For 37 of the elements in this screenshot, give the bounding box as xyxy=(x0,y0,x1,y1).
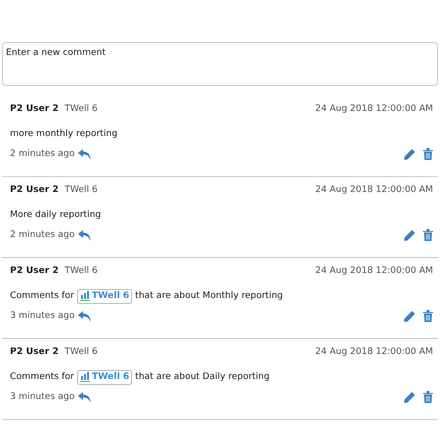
context-label: TWell 6 xyxy=(64,266,98,276)
comment-age: 2 minutes ago xyxy=(10,230,75,240)
reply-icon[interactable] xyxy=(78,310,91,322)
reply-icon[interactable] xyxy=(78,148,91,160)
comment-date: 24 Aug 2018 12:00:00 AM xyxy=(315,266,433,276)
author-name: P2 User 2 xyxy=(10,185,59,195)
context-label: TWell 6 xyxy=(64,185,98,195)
pencil-icon[interactable] xyxy=(404,148,415,160)
comment-text: more monthly reporting xyxy=(10,128,118,141)
comment-field[interactable]: Enter a new comment xyxy=(2,42,438,86)
comment-date: 24 Aug 2018 12:00:00 AM xyxy=(315,104,433,114)
trash-icon[interactable] xyxy=(423,310,433,322)
comment-date: 24 Aug 2018 12:00:00 AM xyxy=(315,185,433,195)
well-chip[interactable]: TWell 6 xyxy=(76,288,132,304)
comment-text: More daily reporting xyxy=(10,209,102,222)
pencil-icon[interactable] xyxy=(404,310,415,322)
comment-text: Comments for TWell 6 that are about Daily reporting xyxy=(10,369,438,385)
reply-icon[interactable] xyxy=(78,230,91,240)
context-label: TWell 6 xyxy=(64,104,98,114)
chart-icon xyxy=(80,372,90,382)
trash-icon[interactable] xyxy=(423,391,433,403)
comment-date: 24 Aug 2018 12:00:00 AM xyxy=(315,347,433,357)
author-name: P2 User 2 xyxy=(10,266,59,276)
comment-age: 3 minutes ago xyxy=(10,392,75,402)
trash-icon[interactable] xyxy=(423,148,433,160)
context-label: TWell 6 xyxy=(64,347,98,357)
chart-icon xyxy=(80,291,90,301)
comment-age: 2 minutes ago xyxy=(10,149,75,159)
pencil-icon[interactable] xyxy=(404,392,415,402)
trash-icon[interactable] xyxy=(423,229,433,241)
well-chip[interactable]: TWell 6 xyxy=(76,370,132,384)
author-name: P2 User 2 xyxy=(10,104,59,114)
reply-icon[interactable] xyxy=(78,392,91,402)
pencil-icon[interactable] xyxy=(404,230,415,240)
comment-text: Comments for TWell 6 that are about Monthly reporting xyxy=(10,288,438,304)
comment-age: 3 minutes ago xyxy=(10,311,75,321)
author-name: P2 User 2 xyxy=(10,347,59,357)
